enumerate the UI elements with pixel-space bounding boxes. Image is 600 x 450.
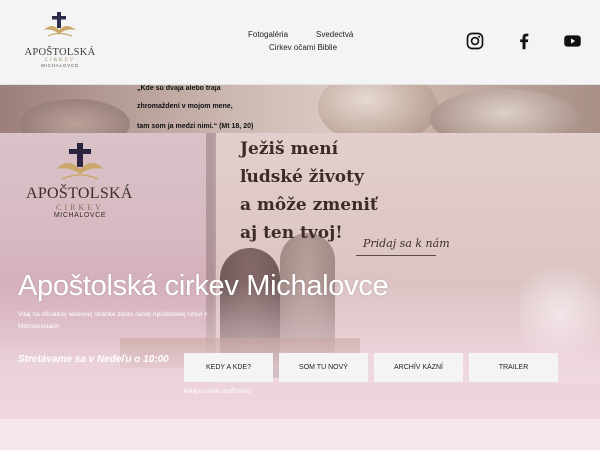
quote-line-3: tam som ja medzi nimi.“ (Mt 18, 20) — [137, 123, 254, 130]
join-us-text: Pridaj sa k nám — [363, 237, 450, 250]
emblem-subtitle: CIRKEV — [56, 203, 104, 212]
trailer-button[interactable]: TRAILER — [469, 353, 558, 382]
emblem-title: APOŠTOLSKÁ — [26, 185, 133, 202]
join-underline — [356, 255, 436, 256]
facebook-icon[interactable] — [515, 32, 533, 50]
sign-line: ľudské životy — [240, 167, 364, 187]
quote-line-2: zhromaždení v mojom mene, — [137, 103, 233, 110]
site-logo[interactable]: APOŠTOLSKÁ CIRKEV MICHALOVCE — [24, 12, 95, 72]
sermon-archive-button[interactable]: ARCHÍV KÁZNÍ — [374, 353, 463, 382]
logo-title: APOŠTOLSKÁ — [24, 47, 96, 58]
site-header: APOŠTOLSKÁ CIRKEV MICHALOVCE Fotogaléria… — [0, 0, 600, 85]
cross-bird-emblem-icon — [44, 12, 76, 37]
sign-line: a môže zmeniť — [240, 195, 378, 215]
when-where-button[interactable]: KEDY A KDE? — [184, 353, 273, 382]
nav-fotogaleria[interactable]: Fotogaléria — [248, 30, 288, 39]
decorative-stone — [20, 99, 130, 133]
emblem-city: MICHALOVCE — [53, 212, 107, 219]
bible-quote-banner: „Kde sú dvaja alebo traja zhromaždení v … — [0, 85, 600, 133]
sign-line: Ježiš mení — [240, 139, 339, 159]
wall-sign: Ježiš mení ľudské životy a môže zmeniť a… — [240, 135, 378, 247]
nav-svedectva[interactable]: Svedectvá — [316, 30, 353, 39]
decorative-stone — [318, 85, 438, 133]
new-here-button[interactable]: SOM TU NOVÝ — [279, 353, 368, 382]
instagram-icon[interactable] — [466, 32, 484, 50]
meeting-time: Stretávame sa v Nedeľu o 10:00 — [18, 354, 169, 365]
logo-city: MICHALOVCE — [41, 63, 79, 68]
sign-line: aj ten tvoj! — [240, 223, 343, 243]
page-subtitle: Vitaj na oficiálnej webovej stránke zbor… — [18, 311, 208, 330]
pink-haze-overlay — [0, 283, 600, 419]
page-footer-strip — [0, 419, 600, 450]
buttons-hint: klikaj na biele obdĺžničky! — [184, 389, 252, 395]
decorative-stone — [430, 89, 580, 133]
page-title: Apoštolská cirkev Michalovce — [18, 270, 389, 302]
cross-bird-emblem-icon — [56, 143, 104, 180]
hero-emblem: APOŠTOLSKÁ CIRKEV MICHALOVCE — [26, 143, 132, 233]
hero-section: APOŠTOLSKÁ CIRKEV MICHALOVCE Ježiš mení … — [0, 133, 600, 419]
youtube-icon[interactable] — [563, 32, 582, 50]
quote-line-1: „Kde sú dvaja alebo traja — [137, 85, 221, 92]
nav-cirkev-ocami-biblie[interactable]: Cirkev očami Biblie — [269, 43, 337, 52]
